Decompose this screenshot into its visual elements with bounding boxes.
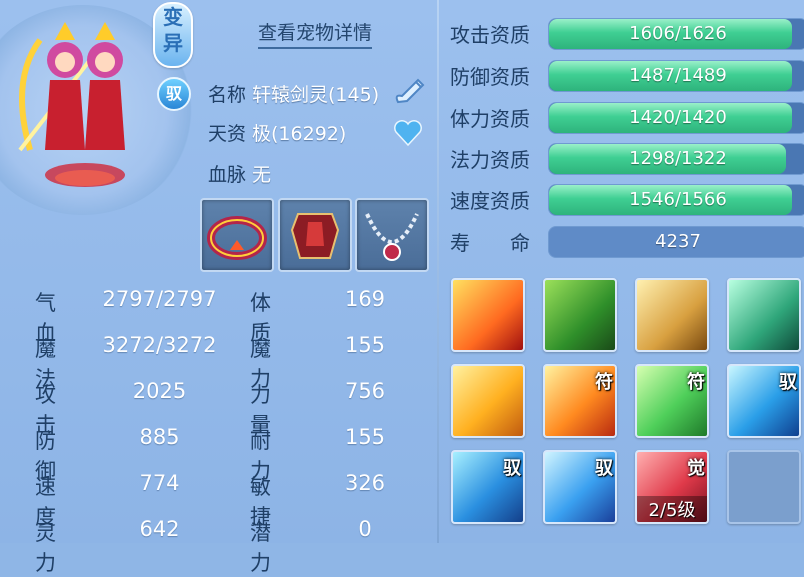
- skill-tag: 驭: [595, 458, 613, 479]
- skill-slot[interactable]: 驭: [543, 450, 617, 524]
- boot-icon: [637, 280, 707, 350]
- equipment-slot-2[interactable]: [278, 198, 352, 272]
- skill-tag: 觉: [687, 458, 705, 479]
- skill-slot[interactable]: 符: [543, 364, 617, 438]
- pet-talent-row: 天资 极(16292): [208, 119, 346, 146]
- stat-value: 2025: [132, 379, 187, 403]
- stat-value: 774: [139, 471, 180, 495]
- aptitude-label: 攻击资质: [450, 23, 530, 47]
- leaping-figure-icon: [729, 280, 799, 350]
- aptitude-bar: 1420/1420: [548, 102, 804, 134]
- aptitude-value: 1546/1566: [629, 189, 727, 210]
- stat-value: 3272/3272: [102, 333, 217, 357]
- empty-slot-icon: [729, 452, 799, 522]
- stat-value: 2797/2797: [102, 287, 217, 311]
- aptitude-label: 法力资质: [450, 148, 530, 172]
- skill-slot[interactable]: 觉 2/5级: [635, 450, 709, 524]
- name-label: 名称: [208, 84, 247, 106]
- skill-slot[interactable]: [635, 278, 709, 352]
- bloodline-label: 血脉: [208, 164, 247, 186]
- aptitude-value: 1487/1489: [629, 65, 727, 86]
- stat-value: 155: [344, 425, 386, 449]
- stat-value: 155: [344, 333, 386, 357]
- aptitude-label: 速度资质: [450, 189, 530, 213]
- pet-name-row: 名称 轩辕剑灵(145): [208, 80, 379, 107]
- aptitude-bar: 1546/1566: [548, 184, 804, 216]
- aptitude-value: 4237: [655, 231, 701, 252]
- skill-tag: 符: [687, 372, 705, 393]
- green-demon-icon: [545, 280, 615, 350]
- bead-necklace-icon: [365, 213, 419, 261]
- stat-label: 灵力: [35, 521, 56, 575]
- skill-slot[interactable]: 驭: [451, 450, 525, 524]
- stat-value: 169: [344, 287, 386, 311]
- golden-blades-icon: [453, 366, 523, 436]
- equipment-slot-3[interactable]: [355, 198, 429, 272]
- name-value: 轩辕剑灵(145): [252, 84, 380, 106]
- pet-info-panel: 变异 驭 查看宠物详情 名称轩辕剑灵(145) 天资极(16292) 血脉无: [0, 0, 804, 575]
- pet-bloodline-row: 血脉无: [208, 160, 271, 187]
- skill-slot[interactable]: [543, 278, 617, 352]
- aptitude-bar: 1298/1322: [548, 143, 804, 175]
- stat-value: 756: [344, 379, 386, 403]
- skill-slot[interactable]: [451, 278, 525, 352]
- stat-value: 642: [139, 517, 180, 541]
- flame-sword-icon: [453, 280, 523, 350]
- aptitude-value: 1298/1322: [629, 148, 727, 169]
- aptitude-bar: 1606/1626: [548, 18, 804, 50]
- control-badge: 驭: [157, 77, 191, 111]
- talent-label: 天资: [208, 123, 247, 145]
- skill-level: 2/5级: [637, 496, 707, 522]
- red-armor-icon: [290, 213, 340, 259]
- skill-slot[interactable]: [727, 278, 801, 352]
- skill-slot[interactable]: [727, 450, 801, 524]
- aptitude-value: 1420/1420: [629, 107, 727, 128]
- stat-value: 885: [139, 425, 180, 449]
- skill-slot[interactable]: 驭: [727, 364, 801, 438]
- aptitude-bar: 4237: [548, 226, 804, 258]
- aptitude-label: 体力资质: [450, 107, 530, 131]
- equipment-slot-1[interactable]: [200, 198, 274, 272]
- favorite-heart-icon[interactable]: [393, 118, 423, 148]
- skill-slot[interactable]: 符: [635, 364, 709, 438]
- rename-pencil-icon[interactable]: [392, 72, 428, 108]
- stat-value: 326: [344, 471, 386, 495]
- aptitude-bar: 1487/1489: [548, 60, 804, 92]
- aptitude-label: 寿 命: [450, 231, 530, 255]
- mutation-badge: 变异: [153, 2, 193, 68]
- view-pet-details-link[interactable]: 查看宠物详情: [258, 18, 373, 49]
- skill-tag: 驭: [779, 372, 797, 393]
- skill-tag: 符: [595, 372, 613, 393]
- section-divider: [437, 0, 439, 543]
- bloodline-value: 无: [252, 164, 272, 186]
- skill-tag: 驭: [503, 458, 521, 479]
- aptitude-label: 防御资质: [450, 65, 530, 89]
- skill-slot[interactable]: [451, 364, 525, 438]
- red-gold-collar-icon: [207, 216, 267, 260]
- stat-value: 0: [358, 517, 372, 541]
- aptitude-value: 1606/1626: [629, 23, 727, 44]
- stat-label: 潜力: [250, 521, 271, 575]
- talent-value: 极(16292): [252, 123, 347, 145]
